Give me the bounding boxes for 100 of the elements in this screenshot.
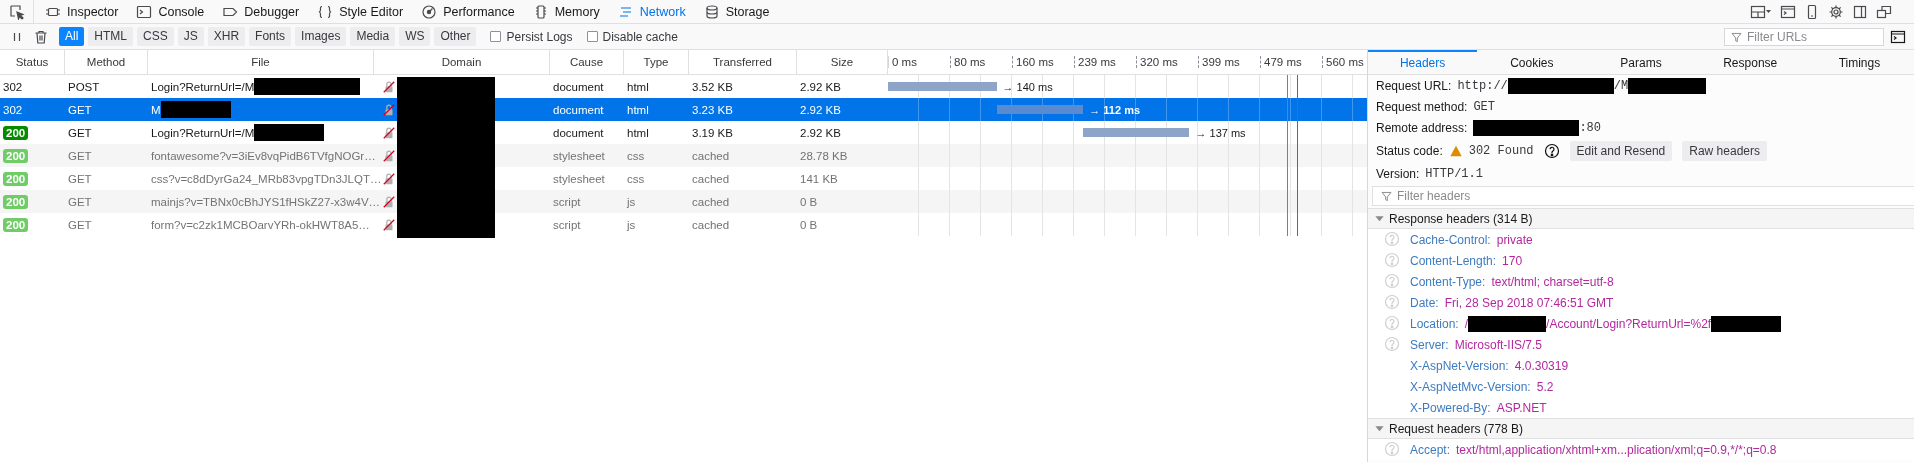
cause-text: stylesheet (553, 172, 605, 185)
method-text: GET (68, 149, 92, 162)
field-value: GET (1473, 99, 1495, 114)
filter-button[interactable]: All (59, 27, 85, 46)
section-header[interactable]: Request headers (778 B) (1368, 418, 1914, 439)
settings-icon[interactable] (1828, 3, 1844, 20)
details-tab[interactable]: Headers (1368, 50, 1478, 74)
file-name: Login?ReturnUrl=/M (151, 80, 255, 93)
request-row[interactable]: 200 GET Login?ReturnUrl=/M document html 3.19 KB 2.92 KB → 137 ms (0, 121, 1367, 144)
type-text: html (627, 103, 649, 116)
header-name: Cache-Control: (1410, 232, 1491, 247)
request-row[interactable]: 302 GET M document html 3.23 KB 2.92 KB → 112 ms (0, 98, 1367, 121)
column-header[interactable]: Type (624, 50, 689, 74)
filter-button[interactable]: Other (434, 27, 477, 46)
filter-button[interactable]: JS (177, 27, 204, 46)
tool-tab[interactable]: Network (608, 0, 695, 24)
method-text: POST (68, 80, 100, 93)
size-text: 2.92 KB (800, 103, 841, 116)
crossed-lock-icon (382, 171, 396, 186)
column-header[interactable]: Size (797, 50, 888, 74)
tool-tab[interactable]: Memory (523, 0, 609, 24)
checkbox[interactable] (490, 31, 502, 42)
sidebar-icon[interactable] (1852, 3, 1868, 20)
tool-tab[interactable]: Debugger (213, 0, 309, 24)
help-icon[interactable] (1543, 142, 1560, 159)
cause-text: script (553, 218, 581, 231)
header-name: X-AspNetMvc-Version: (1410, 379, 1531, 394)
type-text: html (627, 80, 649, 93)
column-header[interactable]: Cause (550, 50, 624, 74)
layout-icon[interactable] (1750, 3, 1772, 20)
tool-tab[interactable]: Style Editor (308, 0, 413, 24)
filter-button[interactable]: Images (295, 27, 347, 46)
tool-tab[interactable]: Console (127, 0, 214, 24)
method-text: GET (68, 218, 92, 231)
file-name: fontawesome?v=3iEv8vqPidB6TVfgNOGr… (151, 149, 376, 162)
console-icon[interactable] (1780, 3, 1796, 20)
timeline-tick-label: 0 ms (892, 56, 917, 68)
windows-icon[interactable] (1876, 3, 1892, 20)
gauge-icon (421, 3, 438, 20)
action-button[interactable]: Edit and Resend (1569, 140, 1673, 161)
field-label: Version: (1376, 166, 1420, 181)
checkbox-label[interactable]: Disable cache (602, 29, 678, 44)
filter-button[interactable]: Media (350, 27, 396, 46)
header-name: Date: (1410, 295, 1439, 310)
action-button[interactable]: Raw headers (1682, 140, 1767, 161)
transferred-text: cached (692, 149, 730, 162)
filter-icon (1730, 30, 1743, 44)
filter-icon (1380, 190, 1393, 203)
braces-icon (317, 3, 334, 20)
request-row[interactable]: 200 GET css?v=c8dDyrGa24_MRb83vpgTDn3JLQT… stylesheet css cached 141 KB (0, 167, 1367, 190)
database-icon (703, 3, 720, 20)
tool-tab[interactable]: Storage (694, 0, 779, 24)
column-header[interactable]: Method (65, 50, 148, 74)
filter-button[interactable]: XHR (207, 27, 246, 46)
method-text: GET (68, 172, 92, 185)
filter-button[interactable]: WS (399, 27, 431, 46)
field-label: Status code: (1376, 143, 1443, 158)
tool-tab[interactable]: Performance (412, 0, 524, 24)
request-row[interactable]: 302 POST Login?ReturnUrl=/M document html 3.52 KB 2.92 KB → 140 ms (0, 75, 1367, 98)
file-name: M (151, 103, 161, 116)
size-text: 0 B (800, 218, 818, 231)
header-name: X-Powered-By: (1410, 400, 1491, 415)
filter-urls-field[interactable]: Filter URLs (1724, 27, 1884, 46)
filter-button[interactable]: Fonts (249, 27, 292, 46)
section-header[interactable]: Response headers (314 B) (1368, 208, 1914, 229)
column-header[interactable]: Status (0, 50, 65, 74)
method-text: GET (68, 126, 92, 139)
transferred-text: cached (692, 172, 730, 185)
status-badge: 200 (3, 125, 29, 140)
column-header[interactable]: Domain (374, 50, 550, 74)
column-header[interactable]: File (148, 50, 374, 74)
request-row[interactable]: 200 GET form?v=c2zk1MCBOarvYRh-okHWT8A5… script js cached 0 B (0, 213, 1367, 236)
status-badge: 200 (3, 171, 29, 186)
type-text: html (627, 126, 649, 139)
crossed-lock-icon (382, 194, 396, 209)
tool-tab[interactable]: Inspector (36, 0, 128, 24)
console-icon[interactable] (1890, 28, 1906, 45)
cause-text: script (553, 195, 581, 208)
section-title: Response headers (314 B) (1389, 211, 1533, 226)
checkbox-label[interactable]: Persist Logs (506, 29, 573, 44)
filter-button[interactable]: CSS (137, 27, 174, 46)
filter-headers-field[interactable]: Filter headers (1372, 186, 1914, 206)
type-text: js (627, 195, 636, 208)
request-row[interactable]: 200 GET fontawesome?v=3iEv8vqPidB6TVfgNOGr… stylesheet css cached 28.78 KB (0, 144, 1367, 167)
checkbox[interactable] (586, 31, 598, 42)
transferred-text: 3.19 KB (692, 126, 733, 139)
cause-text: stylesheet (553, 149, 605, 162)
file-name: mainjs?v=TBNx0cBhJYS1fHSkZ27-x3w4V… (151, 195, 381, 208)
crossed-lock-icon (382, 125, 396, 140)
details-tab[interactable]: Response (1695, 50, 1805, 74)
request-row[interactable]: 200 GET mainjs?v=TBNx0cBhJYS1fHSkZ27-x3w4V… script js cached 0 B (0, 190, 1367, 213)
field-value: 302 Found (1468, 143, 1534, 158)
column-header[interactable]: Transferred (689, 50, 797, 74)
method-text: GET (68, 195, 92, 208)
details-tab[interactable]: Params (1586, 50, 1696, 74)
details-tab[interactable]: Cookies (1477, 50, 1587, 74)
filter-button[interactable]: HTML (88, 27, 133, 46)
details-tab[interactable]: Timings (1804, 50, 1914, 74)
console-icon (136, 3, 153, 20)
header-value: private (1496, 232, 1533, 247)
